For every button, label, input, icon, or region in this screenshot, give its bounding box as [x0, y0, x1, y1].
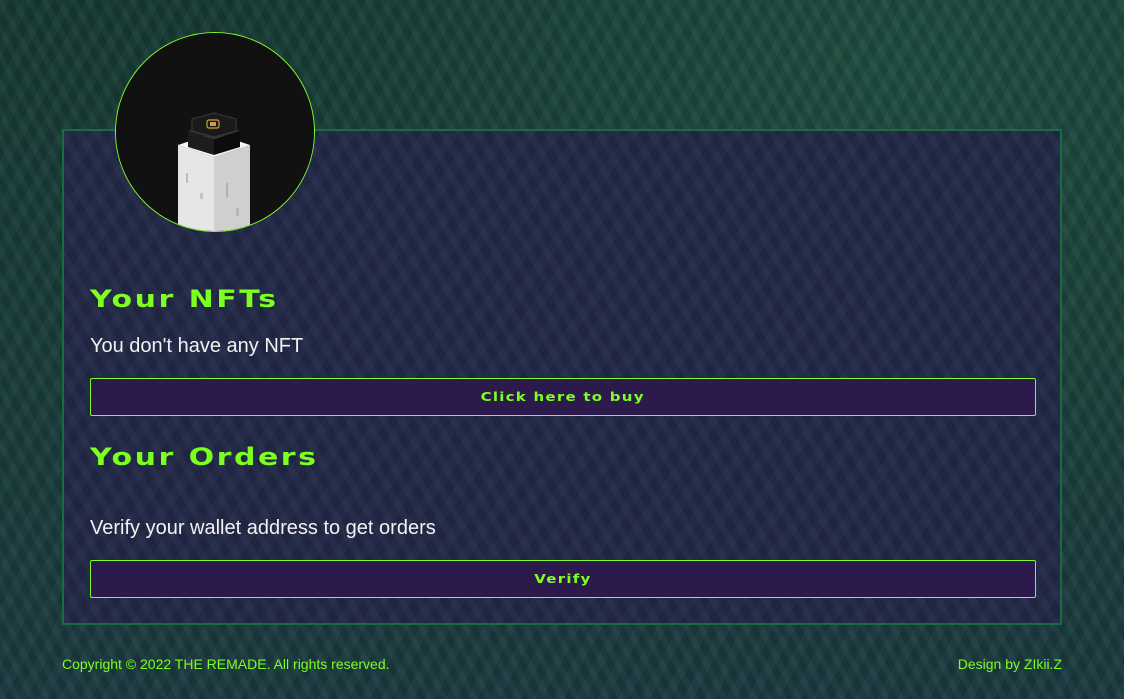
design-credit-text: Design by ZIkii.Z: [957, 656, 1062, 672]
orders-heading: Your Orders: [90, 443, 319, 471]
no-nft-message: You don't have any NFT: [90, 335, 304, 357]
buy-button[interactable]: Click here to buy: [90, 378, 1036, 416]
verify-button-label: Verify: [534, 572, 592, 586]
verify-button[interactable]: Verify: [90, 560, 1036, 598]
verify-wallet-message: Verify your wallet address to get orders: [90, 517, 436, 539]
copyright-text: Copyright © 2022 THE REMADE. All rights …: [62, 656, 390, 672]
nfts-heading: Your NFTs: [90, 285, 279, 313]
buy-button-label: Click here to buy: [480, 390, 646, 404]
nft-avatar-image: [115, 32, 315, 232]
nft-pillar-illustration: [116, 33, 314, 231]
